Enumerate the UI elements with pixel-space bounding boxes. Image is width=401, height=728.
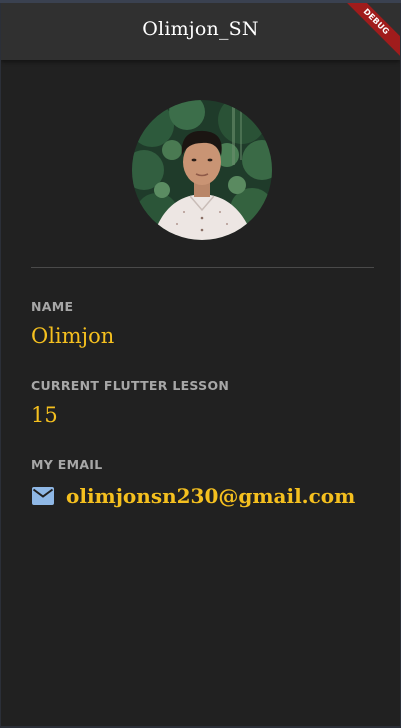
profile-divider xyxy=(31,267,374,268)
profile-content: NAME Olimjon CURRENT FLUTTER LESSON 15 M… xyxy=(1,60,400,726)
lesson-value: 15 xyxy=(31,403,58,427)
debug-banner-label: DEBUG xyxy=(340,3,400,63)
profile-photo xyxy=(132,100,272,240)
name-label: NAME xyxy=(31,299,74,314)
mail-icon xyxy=(31,484,55,508)
name-value: Olimjon xyxy=(31,324,115,348)
app-screen: Olimjon_SN DEBUG NAME Olimjon CURRENT FL… xyxy=(1,3,400,726)
email-value: olimjonsn230@gmail.com xyxy=(66,484,356,508)
profile-avatar xyxy=(132,100,272,240)
email-row[interactable]: olimjonsn230@gmail.com xyxy=(31,479,355,513)
debug-banner: DEBUG xyxy=(340,3,400,63)
lesson-label: CURRENT FLUTTER LESSON xyxy=(31,378,230,393)
email-label: MY EMAIL xyxy=(31,457,103,472)
